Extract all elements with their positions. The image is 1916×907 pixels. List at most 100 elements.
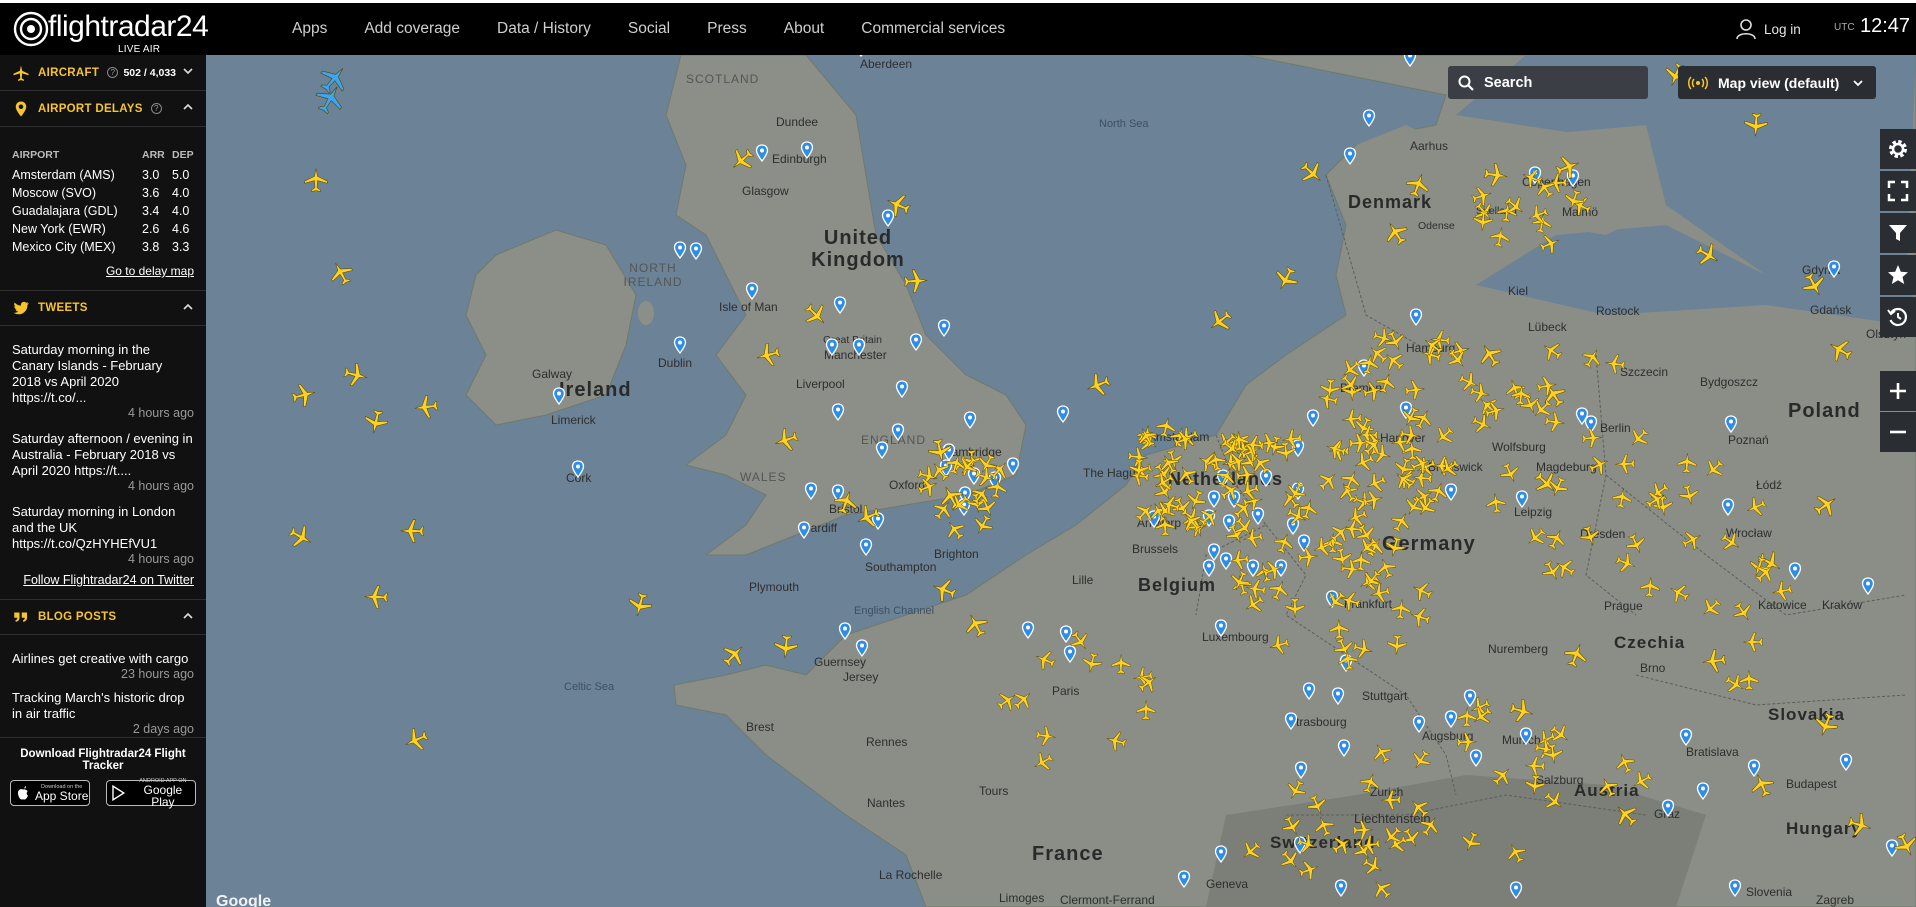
airport-pin-icon[interactable] [1412, 715, 1426, 734]
aircraft-marker[interactable] [1769, 578, 1795, 604]
table-row[interactable]: Moscow (SVO) 3.6 4.0 [12, 184, 194, 202]
aircraft-panel-header[interactable]: AIRCRAFT ? 502 / 4,033 [0, 55, 206, 91]
brand-logo[interactable]: flightradar24 LIVE AIR TRAFFIC [12, 9, 209, 66]
aircraft-marker[interactable] [1614, 453, 1637, 476]
chevron-up-icon[interactable] [182, 301, 194, 313]
table-row[interactable]: New York (EWR) 2.6 4.6 [12, 220, 194, 238]
airport-pin-icon[interactable] [854, 55, 868, 58]
zoom-in-button[interactable] [1880, 371, 1916, 411]
list-item[interactable]: Saturday morning in the Canary Islands -… [12, 342, 194, 421]
airport-pin-icon[interactable] [1306, 409, 1320, 428]
aircraft-marker[interactable] [1242, 433, 1267, 458]
airport-pin-icon[interactable] [797, 521, 811, 540]
airport-pin-icon[interactable] [1202, 559, 1216, 578]
chevron-down-icon[interactable] [182, 65, 194, 77]
aircraft-marker[interactable] [1128, 458, 1151, 481]
airport-pin-icon[interactable] [1302, 682, 1316, 701]
aircraft-marker[interactable] [361, 407, 392, 438]
aircraft-marker[interactable] [772, 633, 800, 661]
list-item[interactable]: Tracking March's historic drop in air tr… [12, 690, 194, 737]
airport-pin-icon[interactable] [1515, 490, 1529, 509]
airport-pin-icon[interactable] [1728, 879, 1742, 898]
airport-pin-icon[interactable] [800, 141, 814, 160]
search-input[interactable]: Search [1448, 66, 1648, 99]
aircraft-marker[interactable] [1328, 618, 1351, 641]
follow-twitter-link[interactable]: Follow Flightradar24 on Twitter [12, 573, 194, 587]
airport-pin-icon[interactable] [1056, 405, 1070, 424]
chevron-up-icon[interactable] [182, 610, 194, 622]
tweets-panel-header[interactable]: TWEETS [0, 290, 206, 326]
aircraft-marker[interactable] [1542, 410, 1567, 435]
aircraft-marker[interactable] [1329, 545, 1355, 571]
list-item[interactable]: Airlines get creative with cargo 23 hour… [12, 651, 194, 682]
airport-pin-icon[interactable] [963, 411, 977, 430]
airport-pin-icon[interactable] [891, 423, 905, 442]
flight-map[interactable]: North Sea Celtic Sea English Channel SCO… [206, 55, 1916, 907]
aircraft-marker[interactable] [1380, 789, 1402, 811]
aircraft-marker[interactable] [412, 393, 441, 422]
aircraft-marker[interactable] [902, 267, 929, 294]
airport-pin-icon[interactable] [1214, 845, 1228, 864]
nav-commercial-services[interactable]: Commercial services [861, 3, 1005, 55]
help-icon[interactable]: ? [150, 103, 162, 114]
aircraft-marker[interactable] [303, 167, 329, 193]
aircraft-marker[interactable] [1352, 818, 1375, 841]
nav-data-history[interactable]: Data / History [497, 3, 591, 55]
aircraft-marker[interactable] [1638, 576, 1662, 600]
airport-pin-icon[interactable] [804, 482, 818, 501]
nav-add-coverage[interactable]: Add coverage [364, 3, 460, 55]
aircraft-marker[interactable] [1603, 352, 1628, 377]
aircraft-marker[interactable] [1509, 383, 1533, 407]
aircraft-marker[interactable] [1456, 705, 1479, 728]
nav-social[interactable]: Social [628, 3, 670, 55]
airport-pin-icon[interactable] [689, 242, 703, 261]
airport-delays-panel-header[interactable]: AIRPORT DELAYS ? [0, 91, 206, 127]
aircraft-marker[interactable] [1484, 490, 1509, 515]
aircraft-marker[interactable] [1580, 427, 1603, 450]
aircraft-marker[interactable] [1134, 699, 1156, 721]
airport-pin-icon[interactable] [1337, 739, 1351, 758]
airport-pin-icon[interactable] [1827, 260, 1841, 279]
login-button[interactable]: Log in [1736, 3, 1801, 55]
airport-pin-icon[interactable] [909, 333, 923, 352]
airport-pin-icon[interactable] [1214, 619, 1228, 638]
aircraft-marker[interactable] [1742, 111, 1769, 138]
airport-pin-icon[interactable] [673, 336, 687, 355]
airport-pin-icon[interactable] [571, 460, 585, 479]
airport-pin-icon[interactable] [825, 338, 839, 357]
aircraft-marker[interactable] [1110, 653, 1132, 675]
airport-pin-icon[interactable] [831, 403, 845, 422]
table-row[interactable]: Guadalajara (GDL) 3.4 4.0 [12, 202, 194, 220]
aircraft-marker[interactable] [1403, 378, 1428, 403]
airport-pin-icon[interactable] [855, 639, 869, 658]
airport-pin-icon[interactable] [1331, 687, 1345, 706]
blog-panel-header[interactable]: BLOG POSTS [0, 599, 206, 635]
aircraft-marker[interactable] [1227, 548, 1252, 573]
aircraft-marker[interactable] [1455, 731, 1478, 754]
aircraft-marker[interactable] [1385, 634, 1408, 657]
airport-pin-icon[interactable] [1839, 753, 1853, 772]
airport-pin-icon[interactable] [833, 296, 847, 315]
airport-pin-icon[interactable] [1724, 415, 1738, 434]
airport-pin-icon[interactable] [1661, 799, 1675, 818]
aircraft-marker[interactable] [1340, 407, 1364, 431]
aircraft-marker[interactable] [1676, 452, 1699, 475]
table-row[interactable]: Amsterdam (AMS) 3.0 5.0 [12, 166, 194, 184]
map-view-dropdown[interactable]: Map view (default) [1678, 66, 1876, 99]
aircraft-marker[interactable] [1284, 597, 1306, 619]
airport-pin-icon[interactable] [875, 441, 889, 460]
airport-pin-icon[interactable] [1334, 879, 1348, 898]
playback-button[interactable] [1880, 297, 1916, 337]
airport-pin-icon[interactable] [1679, 728, 1693, 747]
airport-pin-icon[interactable] [1177, 870, 1191, 889]
bookmarks-button[interactable] [1880, 255, 1916, 295]
nav-press[interactable]: Press [707, 3, 747, 55]
aircraft-marker[interactable] [1700, 647, 1729, 676]
nav-apps[interactable]: Apps [292, 3, 327, 55]
settings-button[interactable] [1880, 129, 1916, 169]
airport-pin-icon[interactable] [1294, 761, 1308, 780]
aircraft-marker[interactable] [1153, 514, 1176, 537]
app-store-button[interactable]: Download on the App Store [10, 780, 90, 806]
airport-pin-icon[interactable] [1721, 498, 1735, 517]
airport-pin-icon[interactable] [852, 338, 866, 357]
